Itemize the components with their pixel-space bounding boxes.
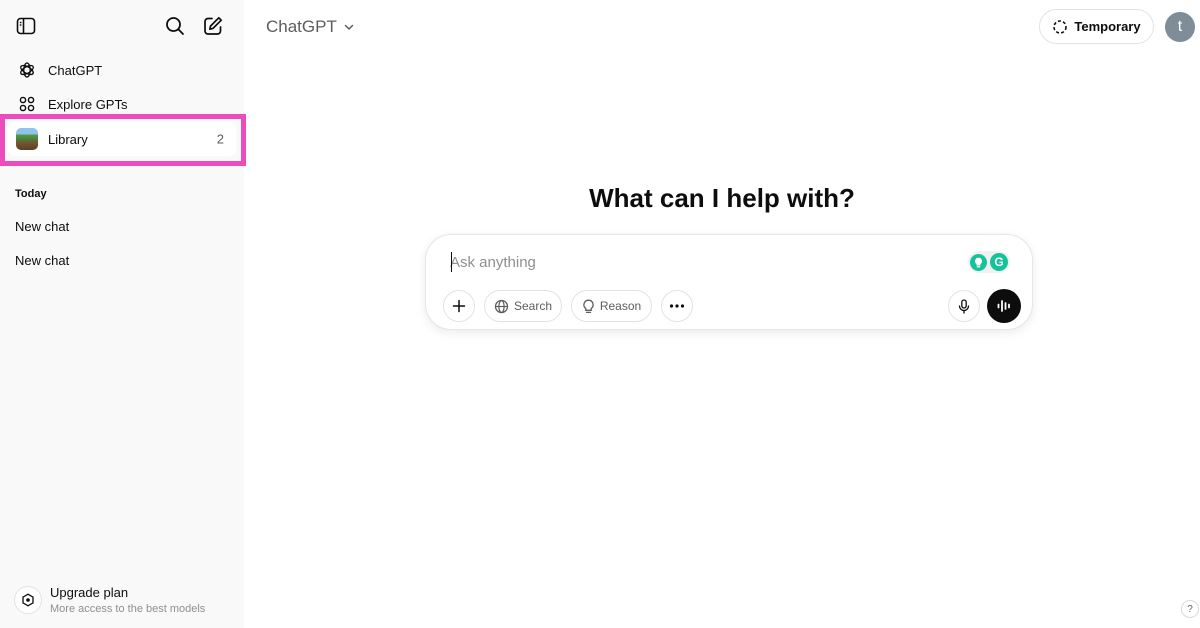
help-button[interactable]: ? xyxy=(1181,600,1199,618)
sidebar-item-explore-gpts[interactable]: Explore GPTs xyxy=(8,87,236,121)
openai-logo-icon xyxy=(16,59,38,81)
sidebar: ChatGPT Explore GPTs Library 2 Today New… xyxy=(0,0,246,628)
library-thumbnail xyxy=(16,128,38,150)
reason-toggle-button[interactable]: Reason xyxy=(571,290,652,322)
temporary-label: Temporary xyxy=(1074,19,1141,34)
library-count-badge: 2 xyxy=(216,131,224,147)
avatar[interactable]: t xyxy=(1165,12,1195,42)
chat-history-item[interactable]: New chat xyxy=(8,245,236,275)
search-toggle-button[interactable]: Search xyxy=(484,290,562,322)
upgrade-text: Upgrade plan More access to the best mod… xyxy=(50,585,205,615)
grammarly-g-icon: G xyxy=(990,253,1008,271)
lightbulb-icon xyxy=(583,299,594,313)
library-thumbnail-icon xyxy=(16,128,38,150)
microphone-icon xyxy=(958,298,970,314)
attach-button[interactable] xyxy=(443,290,475,322)
sidebar-item-label: Explore GPTs xyxy=(48,96,128,112)
dictate-button[interactable] xyxy=(948,290,980,322)
chat-title: New chat xyxy=(15,218,70,234)
toggle-sidebar-button[interactable] xyxy=(8,8,44,44)
page-title: What can I help with? xyxy=(589,183,855,213)
sidebar-item-label: Library xyxy=(48,131,88,147)
chat-title: New chat xyxy=(15,252,70,268)
temporary-chat-button[interactable]: Temporary xyxy=(1039,9,1154,44)
sidebar-item-chatgpt[interactable]: ChatGPT xyxy=(8,53,236,87)
globe-icon xyxy=(494,299,509,313)
plus-icon xyxy=(452,299,466,313)
prompt-input[interactable] xyxy=(450,249,950,275)
search-chats-button[interactable] xyxy=(157,8,193,44)
chat-history-item[interactable]: New chat xyxy=(8,211,236,241)
sidebar-toolbar xyxy=(0,0,244,52)
voice-mode-button[interactable] xyxy=(987,289,1021,323)
upgrade-subtitle: More access to the best models xyxy=(50,603,206,615)
section-label-today: Today xyxy=(15,188,47,200)
composer: G Search Reason xyxy=(425,234,1033,330)
lightbulb-icon xyxy=(970,253,987,271)
search-label: Search xyxy=(513,299,553,313)
sidebar-toggle-icon xyxy=(16,17,36,35)
upgrade-icon xyxy=(14,586,42,614)
voice-waveform-icon xyxy=(997,300,1010,312)
upgrade-title: Upgrade plan xyxy=(50,585,129,600)
grid-icon xyxy=(16,93,38,115)
compose-icon xyxy=(204,16,223,35)
sidebar-item-label: ChatGPT xyxy=(48,62,103,78)
model-selector[interactable]: ChatGPT xyxy=(258,12,363,42)
model-name: ChatGPT xyxy=(266,17,337,36)
dashed-circle-icon xyxy=(1053,19,1068,34)
grammarly-widget[interactable]: G xyxy=(968,251,1010,273)
chevron-down-icon xyxy=(344,24,354,30)
text-caret xyxy=(451,252,452,272)
sidebar-item-library[interactable]: Library 2 xyxy=(8,122,236,156)
more-tools-button[interactable] xyxy=(661,290,693,322)
search-icon xyxy=(166,17,184,35)
reason-label: Reason xyxy=(599,299,642,313)
upgrade-plan-button[interactable]: Upgrade plan More access to the best mod… xyxy=(8,578,236,622)
more-horizontal-icon xyxy=(669,304,685,308)
new-chat-button[interactable] xyxy=(195,8,231,44)
